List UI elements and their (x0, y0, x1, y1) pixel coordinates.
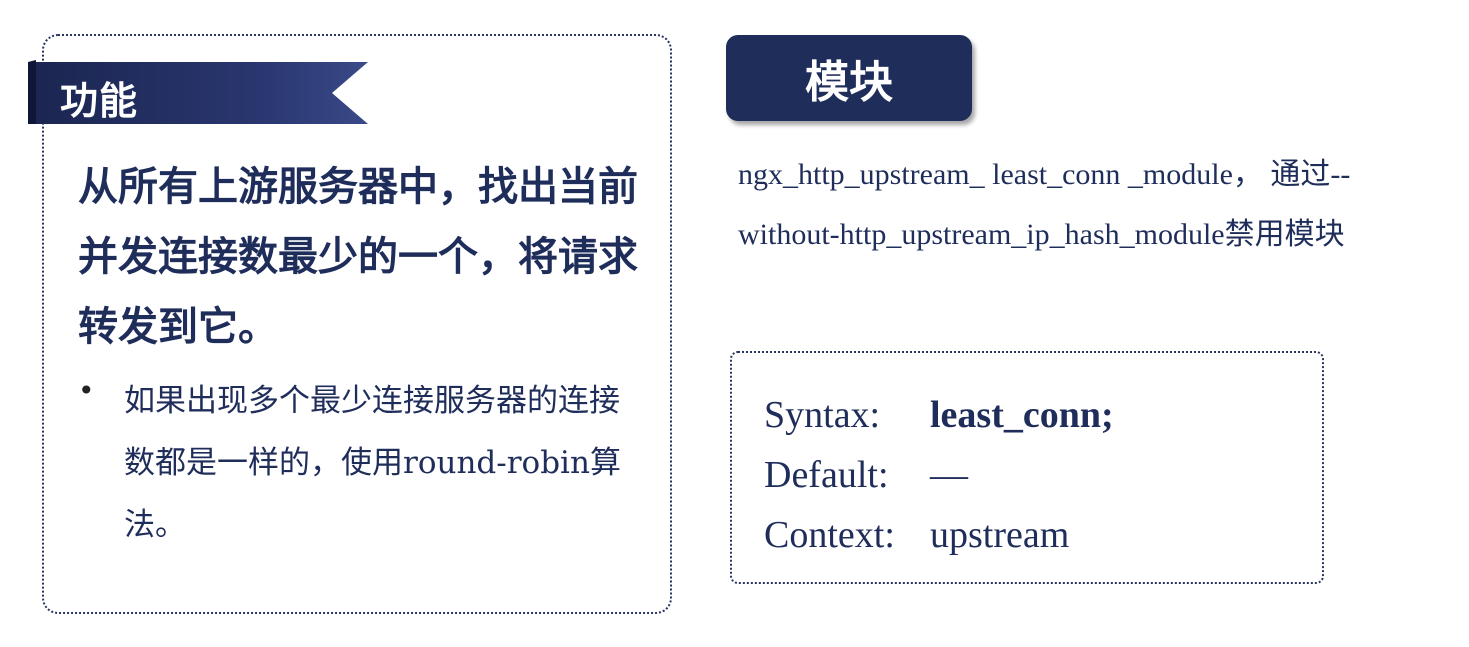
module-header: 模块 (726, 35, 972, 121)
default-label: Default: (764, 454, 889, 496)
default-value: — (930, 454, 968, 496)
context-value: upstream (930, 514, 1070, 556)
bullet-dot-icon: • (78, 374, 95, 407)
context-label: Context: (764, 514, 895, 556)
syntax-label: Syntax: (764, 394, 881, 436)
function-main-text: 从所有上游服务器中，找出当前并发连接数最少的一个，将请求转发到它。 (78, 164, 638, 350)
module-description: ngx_http_upstream_ least_conn _module， 通… (738, 158, 1351, 251)
function-bullet-text: 如果出现多个最少连接服务器的连接数都是一样的，使用round-robin算法。 (124, 383, 621, 543)
module-title: 模块 (805, 57, 893, 108)
syntax-value: least_conn; (930, 394, 1114, 436)
syntax-box: Syntax: least_conn; Default: — Context: … (730, 351, 1324, 584)
function-ribbon: 功能 (28, 60, 368, 126)
function-ribbon-label: 功能 (60, 79, 139, 123)
